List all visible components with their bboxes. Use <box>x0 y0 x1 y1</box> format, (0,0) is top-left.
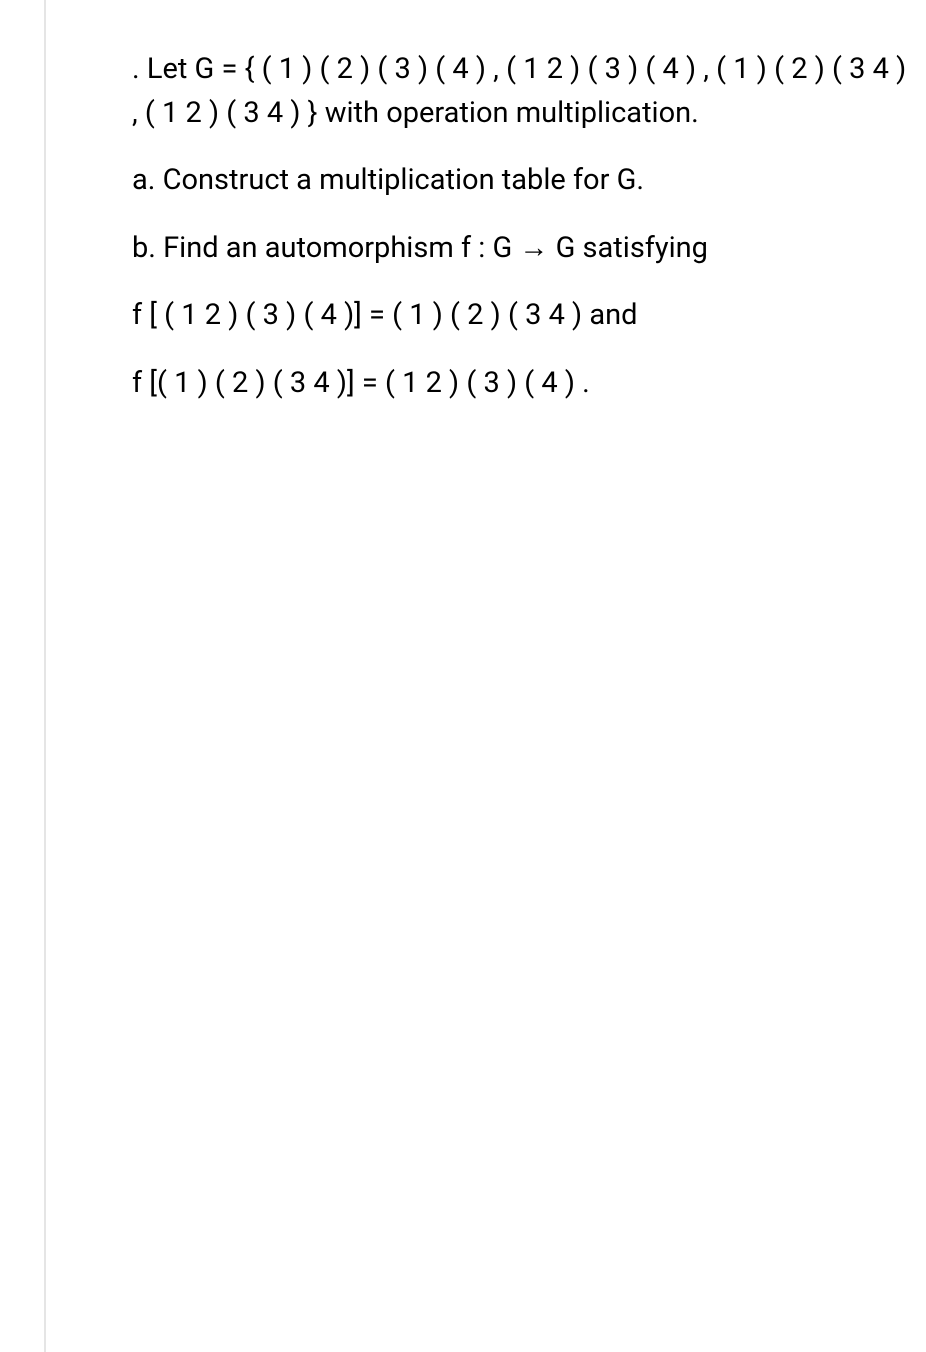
problem-condition-1: f [ ( 1 2 ) ( 3 ) ( 4 )] = ( 1 ) ( 2 ) (… <box>132 294 916 338</box>
problem-part-b: b. Find an automorphism f : G → G satisf… <box>132 227 916 271</box>
problem-condition-2: f [( 1 ) ( 2 ) ( 3 4 )] = ( 1 2 ) ( 3 ) … <box>132 362 916 406</box>
left-margin-border <box>44 0 46 1352</box>
problem-part-a: a. Construct a multiplication table for … <box>132 159 916 203</box>
problem-intro: . Let G = { ( 1 ) ( 2 ) ( 3 ) ( 4 ) , ( … <box>132 48 916 135</box>
problem-content: . Let G = { ( 1 ) ( 2 ) ( 3 ) ( 4 ) , ( … <box>132 48 916 429</box>
page-container: . Let G = { ( 1 ) ( 2 ) ( 3 ) ( 4 ) , ( … <box>0 0 926 1352</box>
